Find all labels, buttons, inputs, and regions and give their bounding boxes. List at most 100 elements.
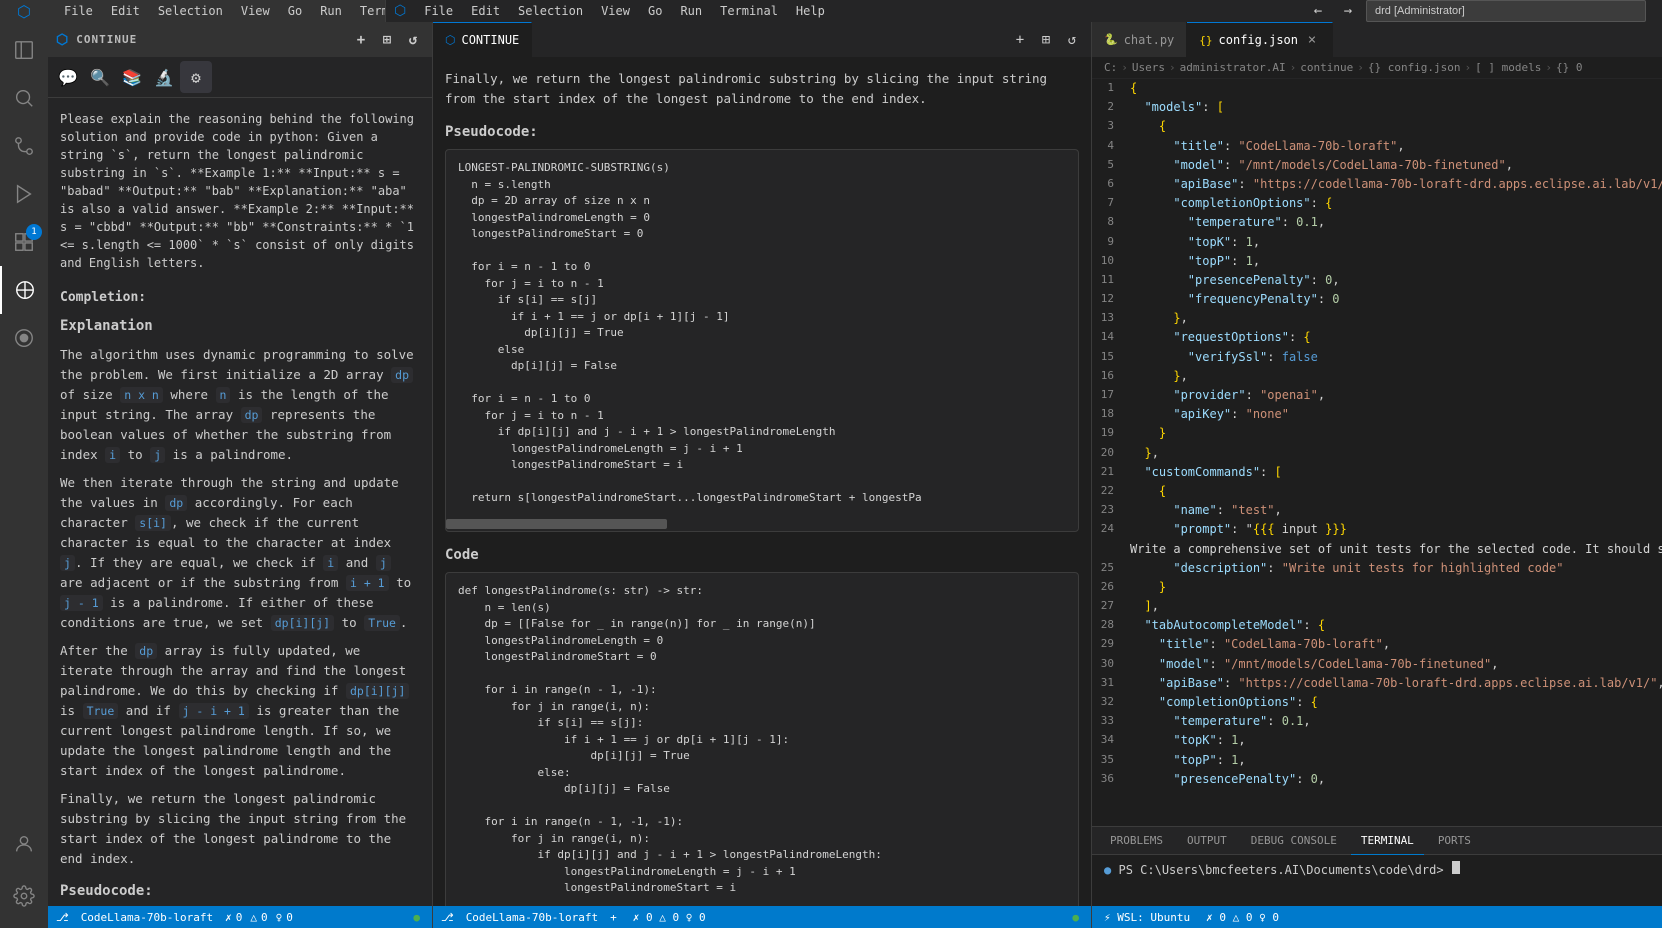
- activity-bar-accounts[interactable]: [0, 820, 48, 868]
- breadcrumb-models[interactable]: [ ] models: [1475, 61, 1541, 74]
- code-line-23: 23 "name": "test",: [1092, 501, 1662, 520]
- middle-add-button[interactable]: +: [1009, 29, 1031, 51]
- breadcrumb-c[interactable]: C:: [1104, 61, 1117, 74]
- breadcrumb-users[interactable]: Users: [1132, 61, 1165, 74]
- menu-go-left[interactable]: Go: [280, 0, 310, 22]
- tab-terminal[interactable]: TERMINAL: [1351, 827, 1424, 855]
- line-content-16: },: [1130, 367, 1662, 386]
- activity-bar-explorer[interactable]: [0, 26, 48, 74]
- middle-add-model[interactable]: +: [606, 906, 621, 928]
- left-status-model[interactable]: CodeLlama-70b-loraft: [77, 906, 217, 928]
- back-button[interactable]: ←: [1306, 0, 1330, 23]
- line-number-28: 28: [1092, 616, 1130, 635]
- menu-run-left[interactable]: Run: [312, 0, 350, 22]
- right-status-remote[interactable]: ⚡ WSL: Ubuntu: [1100, 906, 1194, 928]
- tab-ports[interactable]: PORTS: [1428, 827, 1481, 855]
- code-j4: j - 1: [60, 595, 103, 611]
- code-true: True: [364, 615, 400, 631]
- menu-file-right[interactable]: File: [416, 0, 461, 22]
- line-content-14: "requestOptions": {: [1130, 328, 1662, 347]
- right-status-errors[interactable]: ✗ 0 △ 0 ♀ 0: [1202, 906, 1283, 928]
- line-number-19: 19: [1092, 424, 1130, 443]
- sidebar-docs-icon[interactable]: 📚: [116, 61, 148, 93]
- forward-button[interactable]: →: [1336, 0, 1360, 23]
- line-number-36: 36: [1092, 770, 1130, 789]
- terminal-tabs: PROBLEMS OUTPUT DEBUG CONSOLE TERMINAL P…: [1092, 827, 1662, 855]
- menu-selection-right[interactable]: Selection: [510, 0, 591, 22]
- json-code-editor[interactable]: 1{2 "models": [3 {4 "title": "CodeLlama-…: [1092, 79, 1662, 826]
- menu-run-right[interactable]: Run: [672, 0, 710, 22]
- menu-selection-left[interactable]: Selection: [150, 0, 231, 22]
- pin-button[interactable]: ⊞: [376, 29, 398, 51]
- line-number-3: 3: [1092, 117, 1130, 136]
- line-number-6: 6: [1092, 175, 1130, 194]
- history-button[interactable]: ↺: [402, 29, 424, 51]
- code-line-3: 3 {: [1092, 117, 1662, 136]
- line-number-30: 30: [1092, 655, 1130, 674]
- sidebar-active-icon[interactable]: ⚙: [180, 61, 212, 93]
- sidebar-chat-icon[interactable]: 💬: [52, 61, 84, 93]
- middle-pin-button[interactable]: ⊞: [1035, 29, 1057, 51]
- sidebar-review-icon[interactable]: 🔬: [148, 61, 180, 93]
- tab-config-json[interactable]: {} config.json ×: [1187, 22, 1333, 57]
- line-number-16: 16: [1092, 367, 1130, 386]
- chat-prompt-section: Please explain the reasoning behind the …: [60, 110, 420, 272]
- chat-content[interactable]: Please explain the reasoning behind the …: [48, 98, 432, 906]
- line-number-22: 22: [1092, 482, 1130, 501]
- add-chat-button[interactable]: +: [350, 29, 372, 51]
- middle-status-errors[interactable]: ✗ 0 △ 0 ♀ 0: [629, 906, 710, 928]
- code-line-17: 17 "provider": "openai",: [1092, 386, 1662, 405]
- middle-history-button[interactable]: ↺: [1061, 29, 1083, 51]
- line-number-17: 17: [1092, 386, 1130, 405]
- middle-tab-continue[interactable]: ⬡ CONTINUE: [433, 22, 532, 57]
- left-status-errors[interactable]: ✗ 0 △ 0 ♀ 0: [225, 911, 293, 924]
- activity-bar-ai[interactable]: [0, 314, 48, 362]
- line-content-10: "topP": 1,: [1130, 252, 1662, 271]
- tab-debug-console[interactable]: DEBUG CONSOLE: [1241, 827, 1347, 855]
- activity-bar-run[interactable]: [0, 170, 48, 218]
- code-line-26: 26 }: [1092, 578, 1662, 597]
- activity-bar-settings[interactable]: [0, 872, 48, 920]
- line-number-14: 14: [1092, 328, 1130, 347]
- tab-chat-py[interactable]: 🐍 chat.py: [1092, 22, 1187, 57]
- middle-text-1: Finally, we return the longest palindrom…: [445, 69, 1079, 109]
- code-line-10: 10 "topP": 1,: [1092, 252, 1662, 271]
- line-content-24: "prompt": "{{{ input }}} Write a compreh…: [1130, 520, 1662, 558]
- pseudocode-container: LONGEST-PALINDROMIC-SUBSTRING(s) n = s.l…: [445, 149, 1079, 532]
- menu-help-right[interactable]: Help: [788, 0, 833, 22]
- tab-close-button[interactable]: ×: [1304, 32, 1320, 48]
- tab-problems[interactable]: PROBLEMS: [1100, 827, 1173, 855]
- sidebar-search-icon[interactable]: 🔍: [84, 61, 116, 93]
- menu-file-left[interactable]: File: [56, 0, 101, 22]
- activity-bar-remote[interactable]: [0, 266, 48, 314]
- url-input[interactable]: [1366, 0, 1646, 22]
- line-content-25: "description": "Write unit tests for hig…: [1130, 559, 1662, 578]
- left-status-circle[interactable]: ●: [409, 906, 424, 928]
- menu-edit-left[interactable]: Edit: [103, 0, 148, 22]
- breadcrumb-config[interactable]: {} config.json: [1368, 61, 1461, 74]
- activity-bar-source-control[interactable]: [0, 122, 48, 170]
- breadcrumb-0[interactable]: {} 0: [1556, 61, 1583, 74]
- menu-terminal-right[interactable]: Terminal: [712, 0, 786, 22]
- menu-view-left[interactable]: View: [233, 0, 278, 22]
- activity-bar-extensions[interactable]: 1: [0, 218, 48, 266]
- line-number-24: 24: [1092, 520, 1130, 558]
- breadcrumb-admin[interactable]: administrator.AI: [1180, 61, 1286, 74]
- json-file-icon: {}: [1199, 34, 1212, 47]
- menu-go-right[interactable]: Go: [640, 0, 670, 22]
- activity-bar-search[interactable]: [0, 74, 48, 122]
- middle-editor-area[interactable]: Finally, we return the longest palindrom…: [433, 57, 1091, 906]
- code-line-36: 36 "presencePenalty": 0,: [1092, 770, 1662, 789]
- menu-view-right[interactable]: View: [593, 0, 638, 22]
- line-content-32: "completionOptions": {: [1130, 693, 1662, 712]
- middle-status-circle[interactable]: ●: [1068, 906, 1083, 928]
- pseudocode-scrollbar[interactable]: [446, 519, 1078, 529]
- line-content-22: {: [1130, 482, 1662, 501]
- middle-status-model[interactable]: CodeLlama-70b-loraft: [462, 906, 602, 928]
- menu-edit-right[interactable]: Edit: [463, 0, 508, 22]
- breadcrumb-continue[interactable]: continue: [1300, 61, 1353, 74]
- line-content-17: "provider": "openai",: [1130, 386, 1662, 405]
- breadcrumb-sep-2: ›: [1169, 61, 1176, 74]
- code-expr: j - i + 1: [179, 703, 249, 719]
- tab-output[interactable]: OUTPUT: [1177, 827, 1237, 855]
